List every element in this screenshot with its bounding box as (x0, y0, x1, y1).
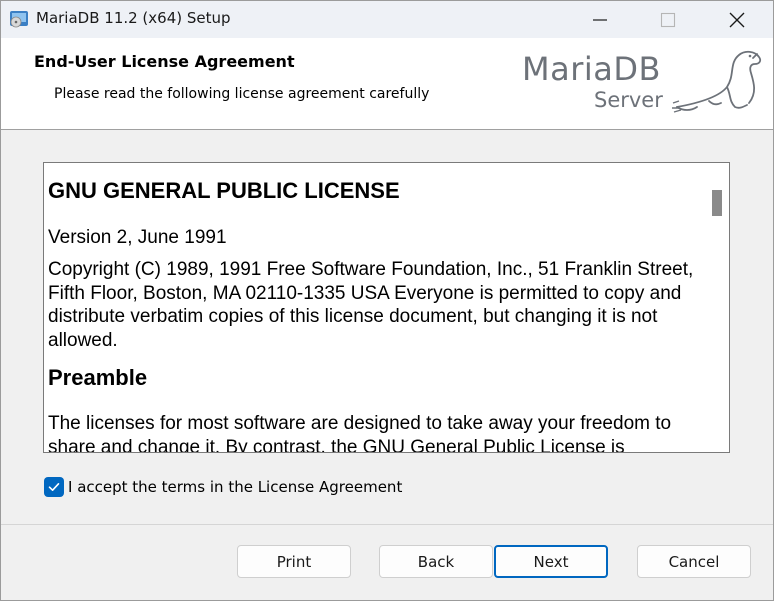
window-title: MariaDB 11.2 (x64) Setup (36, 9, 231, 27)
title-bar[interactable]: MariaDB 11.2 (x64) Setup (1, 1, 773, 38)
preamble-text: The licenses for most software are desig… (48, 413, 672, 453)
page-subtitle: Please read the following license agreem… (54, 86, 430, 102)
close-button[interactable] (701, 1, 773, 38)
maximize-button[interactable] (632, 1, 704, 38)
header-banner: End-User License Agreement Please read t… (1, 38, 773, 130)
print-button[interactable]: Print (237, 545, 351, 578)
cancel-button[interactable]: Cancel (637, 545, 751, 578)
next-button[interactable]: Next (494, 545, 608, 578)
mariadb-logo-text: MariaDB (522, 50, 661, 88)
button-area-divider (1, 524, 773, 525)
preamble-heading: Preamble (48, 365, 148, 390)
license-text-box[interactable]: GNU GENERAL PUBLIC LICENSE Version 2, Ju… (43, 162, 730, 453)
accept-terms-checkbox[interactable] (44, 477, 64, 497)
installer-app-icon (9, 9, 29, 29)
license-scrollbar[interactable] (708, 163, 729, 452)
setup-window: MariaDB 11.2 (x64) Setup End-User Licens… (0, 0, 774, 601)
back-button[interactable]: Back (379, 545, 493, 578)
minimize-button[interactable] (564, 1, 636, 38)
accept-terms-row[interactable]: I accept the terms in the License Agreem… (44, 476, 402, 498)
maximize-icon (660, 12, 676, 27)
mariadb-logo-subtext: Server (594, 88, 663, 112)
accept-terms-label[interactable]: I accept the terms in the License Agreem… (68, 478, 402, 496)
scrollbar-thumb[interactable] (712, 190, 722, 216)
page-title: End-User License Agreement (34, 52, 295, 71)
close-icon (729, 12, 745, 27)
minimize-icon (593, 18, 607, 21)
sea-lion-logo-icon (672, 50, 762, 113)
license-copyright: Copyright (C) 1989, 1991 Free Software F… (48, 259, 694, 351)
checkmark-icon (48, 483, 60, 491)
license-heading: GNU GENERAL PUBLIC LICENSE (48, 178, 400, 203)
license-version: Version 2, June 1991 (48, 227, 227, 248)
